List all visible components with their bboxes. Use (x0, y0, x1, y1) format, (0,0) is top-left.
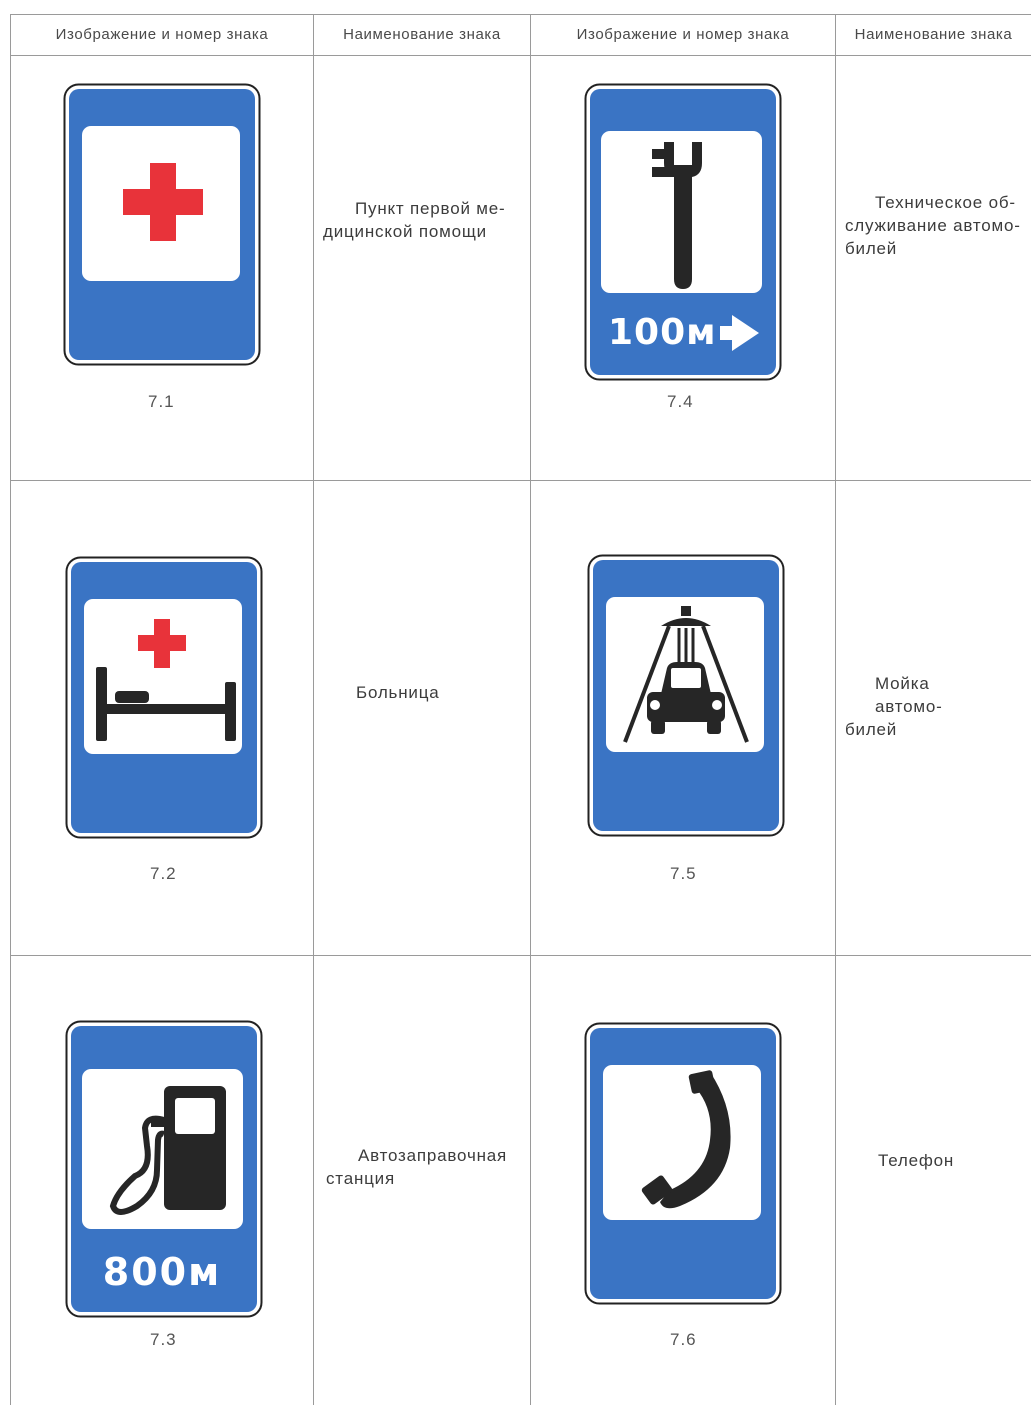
sign-7-3-distance-plate: 800м (102, 1250, 222, 1294)
row-divider-2 (10, 955, 1031, 956)
sign-7-4-distance-plate: 100м (608, 312, 717, 353)
header-image-number-1: Изображение и номер знака (55, 25, 269, 43)
column-divider-2 (530, 14, 531, 1405)
sign-table: Изображение и номер знака Наименование з… (0, 0, 1031, 1405)
sign-name-7-1: Пункт первой ме- дицинской помощи (323, 197, 521, 243)
sign-name-7-5-line-2: билей (845, 720, 898, 739)
sign-7-6 (584, 1022, 782, 1305)
header-sign-name-2: Наименование знака (854, 25, 1013, 43)
column-divider-1 (313, 14, 314, 1405)
column-divider-0 (10, 14, 11, 1405)
sign-number-7-1: 7.1 (148, 392, 175, 411)
sign-name-7-2-line-1: Больница (356, 683, 440, 702)
sign-number-7-2: 7.2 (150, 864, 177, 883)
sign-name-7-5: Мойка автомо- билей (845, 672, 1031, 741)
sign-name-7-6: Телефон (878, 1149, 1028, 1172)
row-divider-1 (10, 480, 1031, 481)
sign-7-2 (65, 556, 263, 839)
sign-name-7-1-line-1: Пункт первой ме- (355, 199, 506, 218)
sign-number-7-6: 7.6 (670, 1330, 697, 1349)
sign-name-7-3-line-1: Автозаправочная (358, 1146, 508, 1165)
header-image-number-2: Изображение и номер знака (576, 25, 790, 43)
sign-number-7-4: 7.4 (667, 392, 694, 411)
sign-name-7-4-line-3: билей (845, 239, 898, 258)
sign-name-7-6-line-1: Телефон (878, 1151, 955, 1170)
sign-name-7-3: Автозаправочная станция (326, 1144, 526, 1190)
sign-name-7-1-line-2: дицинской помощи (323, 222, 487, 241)
sign-7-1 (63, 83, 261, 366)
sign-name-7-4-line-2: служивание автомо- (845, 216, 1021, 235)
sign-name-7-5-line-1: Мойка автомо- (875, 674, 943, 716)
sign-name-7-4-line-1: Техническое об- (875, 193, 1016, 212)
sign-number-7-5: 7.5 (670, 864, 697, 883)
sign-name-7-2: Больница (356, 681, 526, 704)
column-divider-3 (835, 14, 836, 1405)
sign-number-7-3: 7.3 (150, 1330, 177, 1349)
header-divider (10, 55, 1031, 56)
sign-7-5 (587, 554, 785, 837)
sign-name-7-3-line-2: станция (326, 1169, 395, 1188)
header-sign-name-1: Наименование знака (343, 25, 501, 43)
sign-name-7-4: Техническое об- служивание автомо- билей (845, 191, 1031, 260)
